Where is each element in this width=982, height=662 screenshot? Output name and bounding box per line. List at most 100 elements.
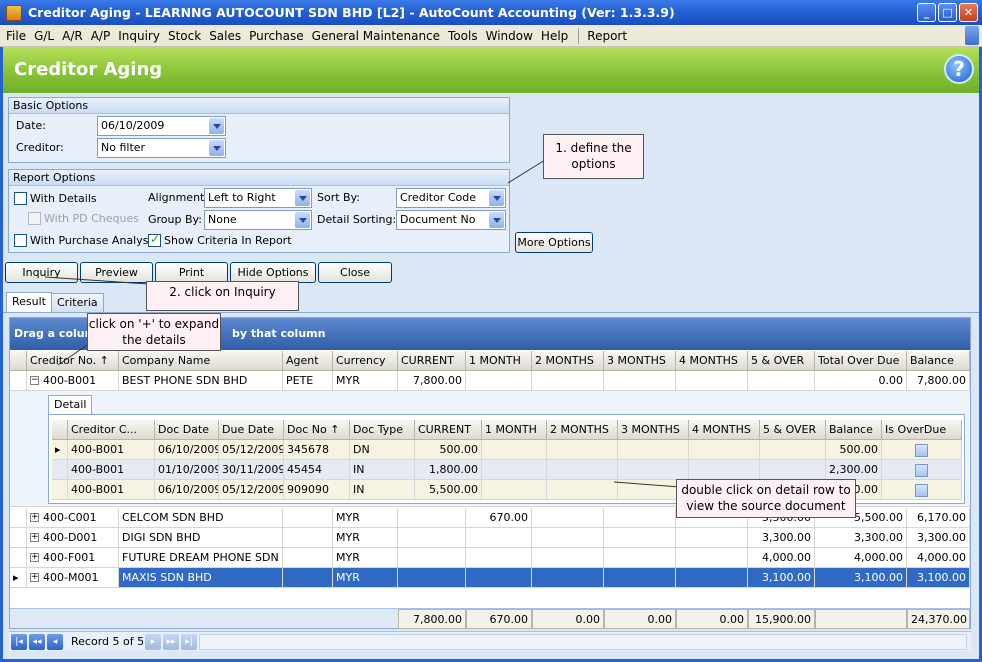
cell-1-month[interactable] <box>466 568 532 588</box>
detail-cell-2-months[interactable] <box>547 460 618 480</box>
detail-column-header-doc-no[interactable]: Doc No ↑ <box>284 420 350 440</box>
cell-3-months[interactable] <box>604 508 676 528</box>
with-purchase-analysis-checkbox[interactable] <box>14 234 27 247</box>
detail-cell-doc-type[interactable]: DN <box>350 440 415 460</box>
column-header-balance[interactable]: Balance <box>907 351 970 371</box>
column-header-4-months[interactable]: 4 MONTHS <box>676 351 748 371</box>
detail-cell-2-months[interactable] <box>547 480 618 500</box>
detail-cell-creditor-code[interactable]: 400-B001 <box>68 440 155 460</box>
row-indicator[interactable] <box>10 371 27 391</box>
cell-1-month[interactable]: 670.00 <box>466 508 532 528</box>
cell-currency[interactable]: MYR <box>333 528 398 548</box>
detail-column-header-creditor-code[interactable]: Creditor C... <box>68 420 155 440</box>
detail-cell-4-months[interactable] <box>689 460 760 480</box>
column-header-1-month[interactable]: 1 MONTH <box>466 351 532 371</box>
cell-2-months[interactable] <box>532 528 604 548</box>
cell-4-months[interactable] <box>676 528 748 548</box>
detail-column-header-4-months[interactable]: 4 MONTHS <box>689 420 760 440</box>
cell-total-over-due[interactable]: 3,100.00 <box>815 568 907 588</box>
cell-5-over[interactable]: 3,100.00 <box>748 568 815 588</box>
detail-cell-doc-no[interactable]: 909090 <box>284 480 350 500</box>
cell-5-over[interactable]: 4,000.00 <box>748 548 815 568</box>
cell-current[interactable] <box>398 508 466 528</box>
cell-creditor-no[interactable]: 400-D001 <box>27 528 119 548</box>
more-options-button[interactable]: More Options <box>515 232 593 253</box>
detail-row-indicator[interactable] <box>52 460 68 480</box>
column-header-total-over-due[interactable]: Total Over Due <box>815 351 907 371</box>
detail-cell-doc-no[interactable]: 45454 <box>284 460 350 480</box>
detail-cell-4-months[interactable] <box>689 440 760 460</box>
cell-creditor-no[interactable]: 400-B001 <box>27 371 119 391</box>
cell-current[interactable] <box>398 528 466 548</box>
column-header-2-months[interactable]: 2 MONTHS <box>532 351 604 371</box>
detail-column-header-current[interactable]: CURRENT <box>415 420 482 440</box>
menu-inquiry[interactable]: Inquiry <box>118 29 160 43</box>
cell-agent[interactable]: PETE <box>283 371 333 391</box>
detail-cell-doc-date[interactable]: 01/10/2009 <box>155 460 219 480</box>
cell-current[interactable] <box>398 548 466 568</box>
cell-company-name[interactable]: FUTURE DREAM PHONE SDN B... <box>119 548 283 568</box>
expand-icon[interactable]: + <box>30 553 39 562</box>
detail-column-header-doc-date[interactable]: Doc Date <box>155 420 219 440</box>
detail-column-header-due-date[interactable]: Due Date <box>219 420 284 440</box>
cell-3-months[interactable] <box>604 371 676 391</box>
cell-1-month[interactable] <box>466 548 532 568</box>
cell-company-name[interactable]: DIGI SDN BHD <box>119 528 283 548</box>
cell-current[interactable] <box>398 568 466 588</box>
detail-cell-due-date[interactable]: 30/11/2009 <box>219 460 284 480</box>
tab-detail[interactable]: Detail <box>48 395 93 414</box>
detail-cell-1-month[interactable] <box>482 480 547 500</box>
detail-cell-creditor-code[interactable]: 400-B001 <box>68 480 155 500</box>
cell-currency[interactable]: MYR <box>333 371 398 391</box>
cell-company-name[interactable]: MAXIS SDN BHD <box>119 568 283 588</box>
cell-balance[interactable]: 4,000.00 <box>907 548 970 568</box>
detail-cell-doc-date[interactable]: 06/10/2009 <box>155 440 219 460</box>
cell-2-months[interactable] <box>532 568 604 588</box>
expand-icon[interactable]: + <box>30 573 39 582</box>
cell-company-name[interactable]: BEST PHONE SDN BHD <box>119 371 283 391</box>
detail-cell-2-months[interactable] <box>547 440 618 460</box>
cell-current[interactable]: 7,800.00 <box>398 371 466 391</box>
detail-cell-3-months[interactable] <box>618 440 689 460</box>
detail-cell-doc-date[interactable]: 06/10/2009 <box>155 480 219 500</box>
detail-cell-doc-type[interactable]: IN <box>350 480 415 500</box>
menu-stock[interactable]: Stock <box>168 29 201 43</box>
close-window-button[interactable]: ✕ <box>959 3 978 22</box>
alignment-select[interactable]: Left to Right <box>204 188 312 208</box>
detail-cell-5-over[interactable] <box>760 440 826 460</box>
cell-total-over-due[interactable]: 4,000.00 <box>815 548 907 568</box>
sort-by-select[interactable]: Creditor Code <box>396 188 506 208</box>
cell-agent[interactable] <box>283 548 333 568</box>
cell-3-months[interactable] <box>604 548 676 568</box>
maximize-button[interactable]: □ <box>938 3 957 22</box>
chevron-down-icon[interactable] <box>489 190 504 206</box>
cell-company-name[interactable]: CELCOM SDN BHD <box>119 508 283 528</box>
row-indicator[interactable]: ▸ <box>10 568 27 588</box>
cell-5-over[interactable] <box>748 371 815 391</box>
menu-report[interactable]: Report <box>587 29 627 43</box>
column-header-company-name[interactable]: Company Name <box>119 351 283 371</box>
overdue-checkbox[interactable] <box>915 484 928 497</box>
help-icon[interactable]: ? <box>944 54 974 84</box>
cell-currency[interactable]: MYR <box>333 548 398 568</box>
cell-2-months[interactable] <box>532 508 604 528</box>
first-record-icon[interactable]: |◂ <box>11 634 27 650</box>
detail-column-header-balance[interactable]: Balance <box>826 420 882 440</box>
cell-balance[interactable]: 3,100.00 <box>907 568 970 588</box>
chevron-down-icon[interactable] <box>209 118 224 134</box>
menu-purchase[interactable]: Purchase <box>249 29 304 43</box>
cell-3-months[interactable] <box>604 528 676 548</box>
cell-balance[interactable]: 6,170.00 <box>907 508 970 528</box>
minimize-button[interactable]: _ <box>917 3 936 22</box>
column-header-current[interactable]: CURRENT <box>398 351 466 371</box>
detail-row-indicator[interactable]: ▸ <box>52 440 68 460</box>
cell-2-months[interactable] <box>532 371 604 391</box>
menu-ar[interactable]: A/R <box>62 29 83 43</box>
menu-window[interactable]: Window <box>486 29 533 43</box>
detail-cell-due-date[interactable]: 05/12/2009 <box>219 440 284 460</box>
detail-cell-1-month[interactable] <box>482 440 547 460</box>
show-criteria-checkbox[interactable] <box>148 232 161 247</box>
column-header-3-months[interactable]: 3 MONTHS <box>604 351 676 371</box>
cell-3-months[interactable] <box>604 568 676 588</box>
detail-sorting-select[interactable]: Document No <box>396 210 506 230</box>
